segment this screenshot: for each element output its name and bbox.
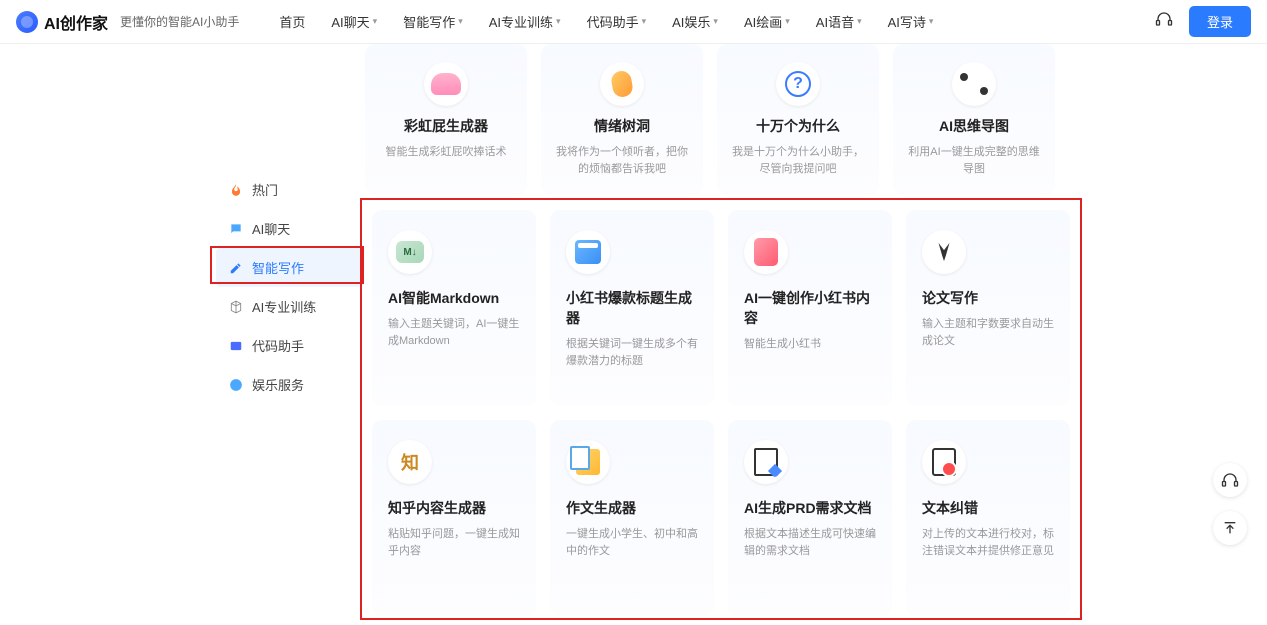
card-title: 知乎内容生成器: [388, 498, 520, 518]
card-desc: 粘贴知乎问题，一键生成知乎内容: [388, 526, 520, 559]
card-grid-2[interactable]: AI一键创作小红书内容智能生成小红书: [728, 210, 892, 406]
sidebar-item-label: AI专业训练: [252, 297, 316, 316]
nav-item-1[interactable]: AI聊天▾: [331, 12, 377, 31]
card-desc: 对上传的文本进行校对，标注错误文本并提供修正意见: [922, 526, 1054, 559]
card-title: 小红书爆款标题生成器: [566, 288, 698, 328]
chevron-down-icon: ▾: [373, 16, 378, 27]
header: AI创作家 更懂你的智能AI小助手 首页 AI聊天▾ 智能写作▾ AI专业训练▾ 代码助…: [0, 0, 1267, 44]
sidebar-item-label: 热门: [252, 180, 278, 199]
card-title: AI生成PRD需求文档: [744, 498, 876, 518]
sidebar-item-label: AI聊天: [252, 219, 290, 238]
card-top-3[interactable]: AI思维导图利用AI一键生成完整的思维导图: [893, 44, 1055, 195]
card-icon: [922, 440, 966, 484]
card-desc: 利用AI一键生成完整的思维导图: [907, 144, 1041, 177]
highlight-box-grid: M↓ AI智能Markdown 输入主题关键词，AI一键生成Markdown 小红书爆…: [360, 198, 1082, 620]
card-top-0[interactable]: 彩虹屁生成器智能生成彩虹屁吹捧话术: [365, 44, 527, 195]
card-title: 文本纠错: [922, 498, 1054, 518]
support-float-button[interactable]: [1213, 463, 1247, 497]
card-desc: 输入主题关键词，AI一键生成Markdown: [388, 316, 520, 349]
sidebar-item-label: 娱乐服务: [252, 375, 304, 394]
card-desc: 一键生成小学生、初中和高中的作文: [566, 526, 698, 559]
card-grid-7[interactable]: 文本纠错对上传的文本进行校对，标注错误文本并提供修正意见: [906, 420, 1070, 616]
chevron-down-icon: ▾: [713, 16, 718, 27]
smile-icon: [228, 377, 244, 393]
cards-row-top: 彩虹屁生成器智能生成彩虹屁吹捧话术情绪树洞我将作为一个倾听者，把你的烦恼都告诉我…: [365, 44, 1055, 195]
edit-icon: [228, 260, 244, 276]
nav-item-2[interactable]: 智能写作▾: [403, 12, 463, 31]
chevron-down-icon: ▾: [556, 16, 561, 27]
card-title: 作文生成器: [566, 498, 698, 518]
code-icon: [228, 338, 244, 354]
cube-icon: [228, 299, 244, 315]
support-icon[interactable]: [1155, 10, 1173, 33]
card-desc: 智能生成彩虹屁吹捧话术: [379, 144, 513, 161]
chat-icon: [228, 221, 244, 237]
sidebar-item-cube[interactable]: AI专业训练: [216, 287, 364, 326]
fire-icon: [228, 182, 244, 198]
card-desc: 根据文本描述生成可快速编辑的需求文档: [744, 526, 876, 559]
card-icon: [744, 440, 788, 484]
logo-text: AI创作家: [44, 10, 108, 34]
chevron-down-icon: ▾: [785, 16, 790, 27]
card-title: 论文写作: [922, 288, 1054, 308]
nav-item-8[interactable]: AI写诗▾: [888, 12, 934, 31]
logo[interactable]: AI创作家: [16, 10, 108, 34]
card-icon: [424, 62, 468, 106]
nav-item-3[interactable]: AI专业训练▾: [489, 12, 561, 31]
card-icon: [952, 62, 996, 106]
card-title: 彩虹屁生成器: [379, 116, 513, 136]
card-icon: M↓: [388, 230, 432, 274]
card-desc: 输入主题和字数要求自动生成论文: [922, 316, 1054, 349]
card-desc: 根据关键词一键生成多个有爆款潜力的标题: [566, 336, 698, 369]
sidebar-item-label: 代码助手: [252, 336, 304, 355]
nav-item-0[interactable]: 首页: [279, 12, 305, 31]
chevron-down-icon: ▾: [642, 16, 647, 27]
card-desc: 智能生成小红书: [744, 336, 876, 353]
sidebar-item-chat[interactable]: AI聊天: [216, 209, 364, 248]
card-top-1[interactable]: 情绪树洞我将作为一个倾听者，把你的烦恼都告诉我吧: [541, 44, 703, 195]
nav-item-5[interactable]: AI娱乐▾: [672, 12, 718, 31]
sidebar-item-smile[interactable]: 娱乐服务: [216, 365, 364, 404]
login-button[interactable]: 登录: [1189, 6, 1251, 37]
card-top-2[interactable]: ? 十万个为什么我是十万个为什么小助手，尽管向我提问吧: [717, 44, 879, 195]
sidebar-item-edit[interactable]: 智能写作: [216, 248, 364, 287]
card-icon: ?: [776, 62, 820, 106]
sidebar-item-fire[interactable]: 热门: [216, 170, 364, 209]
card-grid-4[interactable]: 知知乎内容生成器粘贴知乎问题，一键生成知乎内容: [372, 420, 536, 616]
card-grid-1[interactable]: 小红书爆款标题生成器根据关键词一键生成多个有爆款潜力的标题: [550, 210, 714, 406]
card-icon: [922, 230, 966, 274]
card-icon: [744, 230, 788, 274]
nav-item-4[interactable]: 代码助手▾: [587, 12, 647, 31]
tagline: 更懂你的智能AI小助手: [120, 13, 239, 30]
card-icon: [600, 62, 644, 106]
card-desc: 我是十万个为什么小助手，尽管向我提问吧: [731, 144, 865, 177]
logo-icon: [16, 11, 38, 33]
floating-actions: [1213, 463, 1247, 545]
card-grid-5[interactable]: 作文生成器一键生成小学生、初中和高中的作文: [550, 420, 714, 616]
card-title: AI思维导图: [907, 116, 1041, 136]
card-icon: 知: [388, 440, 432, 484]
sidebar-item-label: 智能写作: [252, 258, 304, 277]
card-title: AI一键创作小红书内容: [744, 288, 876, 328]
chevron-down-icon: ▾: [458, 16, 463, 27]
chevron-down-icon: ▾: [857, 16, 862, 27]
card-title: 情绪树洞: [555, 116, 689, 136]
card-grid-6[interactable]: AI生成PRD需求文档根据文本描述生成可快速编辑的需求文档: [728, 420, 892, 616]
sidebar: 热门 AI聊天智能写作 AI专业训练代码助手娱乐服务: [216, 170, 364, 404]
nav-item-7[interactable]: AI语音▾: [816, 12, 862, 31]
cards-grid: M↓ AI智能Markdown 输入主题关键词，AI一键生成Markdown 小红书爆…: [372, 210, 1070, 616]
sidebar-item-code[interactable]: 代码助手: [216, 326, 364, 365]
chevron-down-icon: ▾: [929, 16, 934, 27]
card-grid-0[interactable]: M↓ AI智能Markdown 输入主题关键词，AI一键生成Markdown: [372, 210, 536, 406]
nav-item-6[interactable]: AI绘画▾: [744, 12, 790, 31]
card-icon: [566, 230, 610, 274]
card-icon: [566, 440, 610, 484]
card-title: 十万个为什么: [731, 116, 865, 136]
top-nav: 首页 AI聊天▾ 智能写作▾ AI专业训练▾ 代码助手▾ AI娱乐▾ AI绘画▾ AI语音▾ A…: [279, 12, 933, 31]
card-grid-3[interactable]: 论文写作输入主题和字数要求自动生成论文: [906, 210, 1070, 406]
card-desc: 我将作为一个倾听者，把你的烦恼都告诉我吧: [555, 144, 689, 177]
card-title: AI智能Markdown: [388, 288, 520, 308]
back-to-top-button[interactable]: [1213, 511, 1247, 545]
